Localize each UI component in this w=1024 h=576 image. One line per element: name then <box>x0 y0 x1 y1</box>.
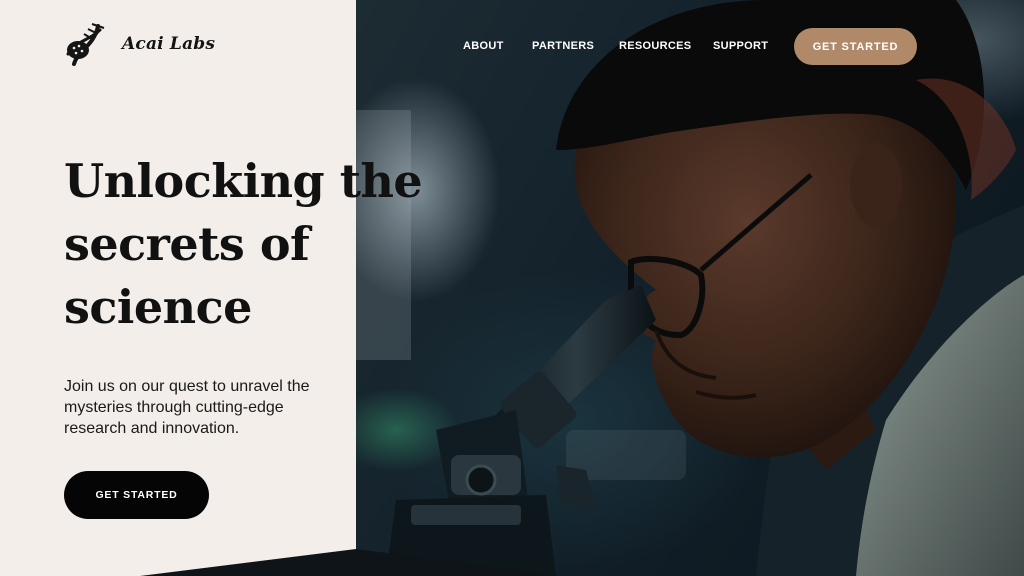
headline-line-1: Unlocking the <box>64 154 423 208</box>
hero-image <box>356 0 1024 576</box>
dna-helix-icon <box>66 23 105 66</box>
headline-line-3: science <box>64 280 252 334</box>
hero-headline: Unlocking the secrets of science <box>64 150 424 339</box>
brand-name: Acai Labs <box>122 34 216 54</box>
nav-link-partners[interactable]: PARTNERS <box>532 40 594 52</box>
scientist-microscope-illustration <box>356 0 1024 576</box>
nav-link-resources[interactable]: RESOURCES <box>619 40 691 52</box>
hero-subtext: Join us on our quest to unravel the myst… <box>64 378 310 437</box>
hero-get-started-button[interactable]: GET STARTED <box>64 471 209 519</box>
headline-line-2: secrets of <box>64 217 310 271</box>
nav-link-about[interactable]: ABOUT <box>463 40 504 52</box>
nav-link-support[interactable]: SUPPORT <box>713 40 768 52</box>
nav-get-started-button[interactable]: GET STARTED <box>794 28 917 65</box>
brand-logo[interactable]: Acai Labs <box>64 20 215 68</box>
